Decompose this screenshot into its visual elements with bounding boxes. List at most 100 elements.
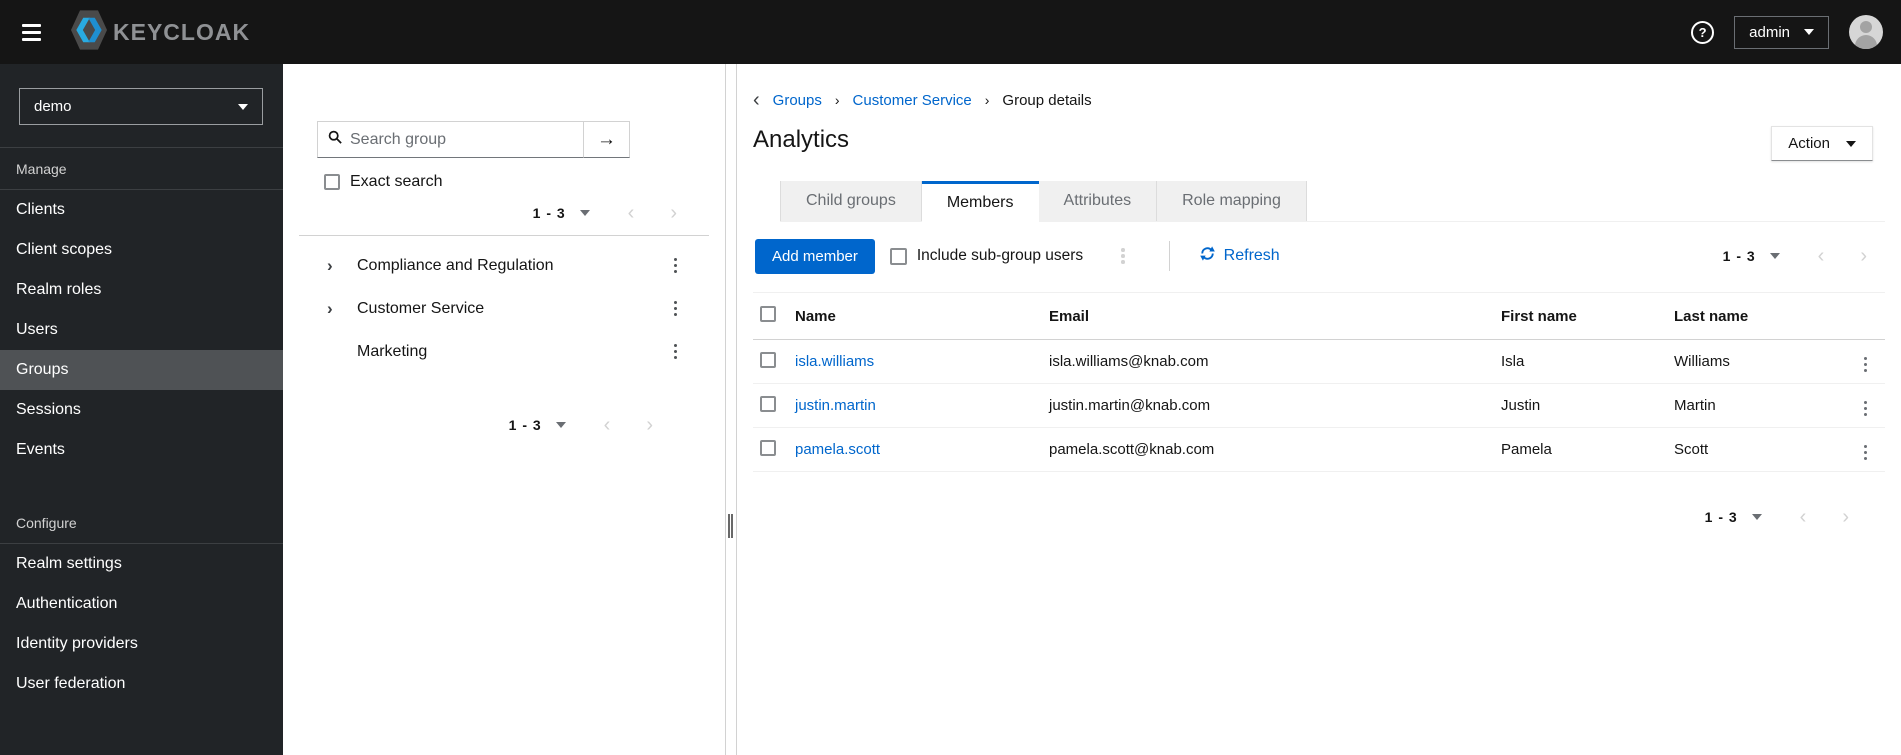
per-page-caret-icon[interactable] xyxy=(1769,253,1780,259)
members-pagination-bottom-wrap: 1 - 3 ‹ › xyxy=(753,507,1885,527)
sidebar-item-realm-settings[interactable]: Realm settings xyxy=(0,544,283,584)
tab-role-mapping[interactable]: Role mapping xyxy=(1157,181,1307,221)
sidebar-item-authentication[interactable]: Authentication xyxy=(0,584,283,624)
tree-row-compliance-and-regulation[interactable]: › Compliance and Regulation xyxy=(283,244,725,287)
chevron-down-icon xyxy=(1804,29,1814,35)
previous-page-icon[interactable]: ‹ xyxy=(1818,246,1825,266)
tab-members[interactable]: Members xyxy=(921,181,1039,222)
kebab-menu-icon[interactable] xyxy=(670,340,682,364)
tree-row-marketing[interactable]: Marketing xyxy=(283,330,725,373)
sidebar-item-sessions[interactable]: Sessions xyxy=(0,390,283,430)
kebab-menu-icon[interactable] xyxy=(1860,441,1872,465)
breadcrumb-separator-icon: › xyxy=(984,92,990,108)
action-dropdown-label: Action xyxy=(1788,135,1830,152)
sidebar-item-client-scopes[interactable]: Client scopes xyxy=(0,230,283,270)
sidebar-item-clients[interactable]: Clients xyxy=(0,190,283,230)
keycloak-hexagon-icon xyxy=(71,9,107,55)
expand-chevron-icon[interactable]: › xyxy=(327,256,357,276)
groups-tree-panel: → Exact search 1 - 3 ‹ › › Compliance an… xyxy=(283,64,725,755)
previous-page-icon[interactable]: ‹ xyxy=(628,203,635,223)
panel-resize-handle[interactable] xyxy=(725,64,737,755)
action-dropdown[interactable]: Action xyxy=(1771,126,1873,161)
next-page-icon[interactable]: › xyxy=(670,203,677,223)
member-username-link[interactable]: pamela.scott xyxy=(795,441,1049,458)
expand-chevron-icon[interactable]: › xyxy=(327,299,357,319)
breadcrumb-link-groups[interactable]: Groups xyxy=(773,92,822,109)
user-menu-label: admin xyxy=(1749,23,1790,41)
sidebar-nav: demo Manage Clients Client scopes Realm … xyxy=(0,64,283,755)
breadcrumb: ‹ Groups › Customer Service › Group deta… xyxy=(753,90,1885,110)
per-page-caret-icon[interactable] xyxy=(579,210,590,216)
masthead: KEYCLOAK ? admin xyxy=(0,0,1901,64)
sidebar-item-realm-roles[interactable]: Realm roles xyxy=(0,270,283,310)
members-pagination-top: 1 - 3 ‹ › xyxy=(1723,246,1885,266)
user-menu-dropdown[interactable]: admin xyxy=(1734,15,1829,49)
group-search-input[interactable] xyxy=(350,130,573,149)
next-page-icon[interactable]: › xyxy=(646,415,653,435)
previous-page-icon[interactable]: ‹ xyxy=(604,415,611,435)
tree-row-customer-service[interactable]: › Customer Service xyxy=(283,287,725,330)
group-tabs: Child groups Members Attributes Role map… xyxy=(780,181,1885,222)
member-username-link[interactable]: justin.martin xyxy=(795,397,1049,414)
sidebar-item-user-federation[interactable]: User federation xyxy=(0,664,283,704)
kebab-menu-icon[interactable] xyxy=(670,297,682,321)
refresh-button[interactable]: Refresh xyxy=(1199,246,1280,266)
include-subgroup-control: Include sub-group users xyxy=(889,247,1083,265)
user-avatar[interactable] xyxy=(1849,15,1883,49)
pagination-range: 1 - 3 xyxy=(1722,248,1756,264)
tab-attributes[interactable]: Attributes xyxy=(1038,181,1158,221)
sidebar-item-events[interactable]: Events xyxy=(0,430,283,470)
refresh-label: Refresh xyxy=(1223,247,1280,264)
member-last-name: Williams xyxy=(1674,353,1730,370)
per-page-caret-icon[interactable] xyxy=(1751,514,1762,520)
next-page-icon[interactable]: › xyxy=(1860,246,1867,266)
include-subgroup-checkbox[interactable] xyxy=(889,247,907,265)
sidebar-item-identity-providers[interactable]: Identity providers xyxy=(0,624,283,664)
row-checkbox[interactable] xyxy=(760,395,776,412)
kebab-menu-icon[interactable] xyxy=(1117,244,1129,268)
page-title: Analytics xyxy=(753,126,850,153)
member-last-name: Scott xyxy=(1674,441,1709,458)
title-row: Analytics Action xyxy=(753,126,1885,161)
help-icon[interactable]: ? xyxy=(1691,20,1715,44)
previous-page-icon[interactable]: ‹ xyxy=(1800,507,1807,527)
breadcrumb-back-icon[interactable]: ‹ xyxy=(753,90,760,110)
nav-toggle-menu-icon[interactable] xyxy=(18,20,45,45)
divider xyxy=(299,235,709,236)
member-username-link[interactable]: isla.williams xyxy=(795,353,1049,370)
column-header-last-name: Last name xyxy=(1674,307,1749,325)
tree-item-label[interactable]: Customer Service xyxy=(357,300,484,318)
exact-search-label: Exact search xyxy=(350,173,443,190)
sidebar-item-users[interactable]: Users xyxy=(0,310,283,350)
add-member-button[interactable]: Add member xyxy=(755,238,875,274)
tab-child-groups[interactable]: Child groups xyxy=(780,181,922,221)
exact-search-checkbox[interactable] xyxy=(324,174,340,190)
realm-select-dropdown[interactable]: demo xyxy=(19,88,263,125)
chevron-down-icon xyxy=(238,103,248,110)
row-checkbox[interactable] xyxy=(760,351,776,368)
table-row: justin.martin justin.martin@knab.com Jus… xyxy=(753,384,1885,428)
tree-item-label[interactable]: Compliance and Regulation xyxy=(357,257,554,275)
resize-grip-icon xyxy=(728,514,733,538)
row-checkbox[interactable] xyxy=(760,439,776,456)
breadcrumb-link-customer-service[interactable]: Customer Service xyxy=(853,92,972,109)
kebab-menu-icon[interactable] xyxy=(1860,353,1872,377)
group-tree: › Compliance and Regulation › Customer S… xyxy=(283,244,725,373)
sidebar-item-groups[interactable]: Groups xyxy=(0,350,283,390)
per-page-caret-icon[interactable] xyxy=(555,422,566,428)
keycloak-admin-console: KEYCLOAK ? admin demo Manage Clients Cli… xyxy=(0,0,1901,755)
group-search-row: → xyxy=(317,121,725,158)
table-header-row: Name Email First name Last name xyxy=(753,292,1885,340)
members-pagination-bottom: 1 - 3 ‹ › xyxy=(1705,507,1849,527)
tree-item-label[interactable]: Marketing xyxy=(357,343,427,361)
kebab-menu-icon[interactable] xyxy=(1860,397,1872,421)
kebab-menu-icon[interactable] xyxy=(670,254,682,278)
next-page-icon[interactable]: › xyxy=(1842,507,1849,527)
breadcrumb-separator-icon: › xyxy=(834,92,840,108)
page-body: demo Manage Clients Client scopes Realm … xyxy=(0,64,1901,755)
brand-text: KEYCLOAK xyxy=(113,18,251,45)
column-header-email: Email xyxy=(1049,307,1090,325)
search-submit-arrow-icon[interactable]: → xyxy=(584,121,630,158)
select-all-checkbox[interactable] xyxy=(760,306,776,322)
